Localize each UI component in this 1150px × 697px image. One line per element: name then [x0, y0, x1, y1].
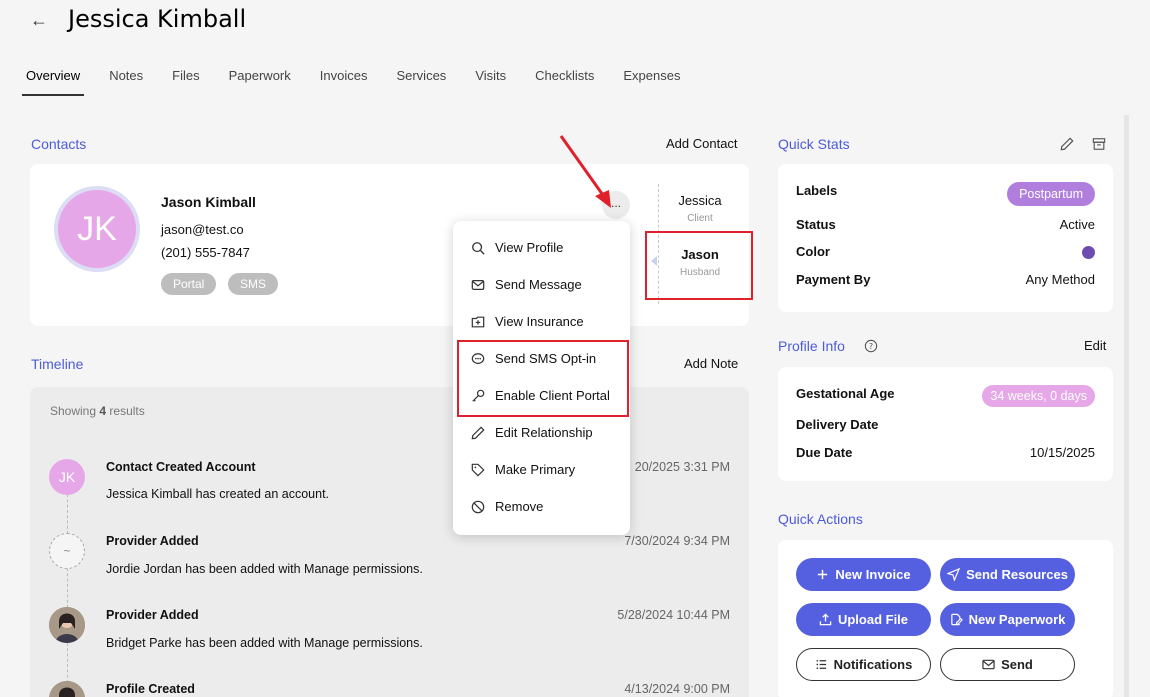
- payment-label: Payment By: [796, 272, 871, 287]
- event-title: Contact Created Account: [106, 460, 256, 474]
- annotation-arrow-icon: [559, 135, 611, 208]
- svg-text:?: ?: [869, 342, 873, 351]
- profile-info-title: Profile Info: [778, 338, 845, 354]
- gestational-age-badge: 34 weeks, 0 days: [982, 385, 1095, 407]
- due-date-value: 10/15/2025: [1029, 445, 1095, 460]
- event-date: 7/30/2024 9:34 PM: [624, 534, 730, 548]
- help-icon[interactable]: ?: [864, 339, 878, 353]
- relation-name: Jessica: [678, 193, 722, 208]
- event-avatar: ~: [49, 533, 85, 569]
- upload-file-button[interactable]: Upload File: [796, 603, 931, 636]
- send-button[interactable]: Send: [940, 648, 1075, 681]
- results-count: Showing 4 results: [50, 404, 145, 418]
- sms-tag: SMS: [228, 273, 279, 295]
- menu-edit-relationship[interactable]: Edit Relationship: [471, 425, 593, 440]
- search-icon: [472, 241, 485, 255]
- pencil-icon: [471, 425, 485, 439]
- tab-visits[interactable]: Visits: [471, 68, 510, 96]
- edit-profile-button[interactable]: Edit: [1084, 338, 1106, 353]
- quick-stats-card: Labels Postpartum Status Active Color Pa…: [778, 164, 1113, 312]
- timeline-connector: [67, 494, 68, 534]
- label-badge: Postpartum: [1007, 182, 1095, 206]
- send-icon: [947, 568, 961, 581]
- tab-paperwork[interactable]: Paperwork: [225, 68, 295, 96]
- event-title: Provider Added: [106, 534, 199, 548]
- event-desc: Bridget Parke has been added with Manage…: [106, 636, 423, 650]
- payment-value: Any Method: [1025, 272, 1095, 287]
- quick-actions-title: Quick Actions: [778, 511, 863, 527]
- portal-tag: Portal: [161, 273, 217, 295]
- event-title: Profile Created: [106, 682, 195, 696]
- event-avatar: JK: [49, 459, 85, 495]
- tab-expenses[interactable]: Expenses: [619, 68, 684, 96]
- tab-bar: Overview Notes Files Paperwork Invoices …: [22, 68, 705, 96]
- send-resources-button[interactable]: Send Resources: [940, 558, 1075, 591]
- contact-email: jason@test.co: [161, 222, 244, 237]
- event-date: 5/28/2024 10:44 PM: [617, 608, 730, 622]
- document-edit-icon: [950, 613, 963, 626]
- event-date: 4/13/2024 9:00 PM: [624, 682, 730, 696]
- quick-stats-title: Quick Stats: [778, 136, 850, 152]
- tab-overview[interactable]: Overview: [22, 68, 85, 96]
- new-paperwork-button[interactable]: New Paperwork: [940, 603, 1075, 636]
- archive-icon[interactable]: [1092, 137, 1106, 151]
- mail-icon: [982, 659, 995, 670]
- tab-services[interactable]: Services: [392, 68, 450, 96]
- upload-icon: [819, 613, 832, 626]
- tab-invoices[interactable]: Invoices: [316, 68, 372, 96]
- mail-icon: [471, 279, 485, 290]
- color-label: Color: [796, 244, 830, 259]
- delivery-date-label: Delivery Date: [796, 417, 879, 432]
- menu-view-insurance[interactable]: View Insurance: [471, 314, 584, 329]
- gestational-age-label: Gestational Age: [796, 386, 895, 401]
- menu-remove[interactable]: Remove: [471, 499, 543, 514]
- status-value: Active: [1059, 217, 1095, 232]
- page-title: Jessica Kimball: [68, 5, 247, 33]
- back-arrow-icon[interactable]: ←: [30, 10, 48, 31]
- tab-files[interactable]: Files: [168, 68, 203, 96]
- list-icon: [816, 659, 826, 670]
- tag-icon: [471, 463, 485, 477]
- timeline-title: Timeline: [31, 356, 84, 372]
- add-contact-button[interactable]: Add Contact: [666, 136, 738, 151]
- contact-avatar: JK: [54, 186, 140, 272]
- contact-card: JK Jason Kimball jason@test.co (201) 555…: [30, 164, 749, 326]
- contact-name: Jason Kimball: [161, 194, 256, 210]
- tab-notes[interactable]: Notes: [105, 68, 147, 96]
- menu-view-profile[interactable]: View Profile: [471, 240, 563, 255]
- pencil-icon[interactable]: [1060, 137, 1074, 151]
- timeline-connector: [67, 643, 68, 683]
- event-desc: Jessica Kimball has created an account.: [106, 487, 330, 501]
- labels-label: Labels: [796, 183, 838, 198]
- timeline-connector: [67, 568, 68, 608]
- color-swatch: [1082, 246, 1095, 259]
- contact-phone: (201) 555-7847: [161, 245, 250, 260]
- event-title: Provider Added: [106, 608, 199, 622]
- new-invoice-button[interactable]: New Invoice: [796, 558, 931, 591]
- ban-icon: [471, 500, 485, 513]
- insurance-icon: [471, 316, 485, 327]
- plus-icon: [818, 569, 828, 580]
- highlight-menu-box: [457, 340, 629, 417]
- highlight-relation-box: [645, 231, 753, 300]
- page-scrollbar[interactable]: [1124, 115, 1129, 697]
- contacts-title: Contacts: [31, 136, 87, 152]
- provider-photo: [49, 607, 85, 643]
- menu-make-primary[interactable]: Make Primary: [471, 462, 575, 477]
- profile-info-card: Gestational Age 34 weeks, 0 days Deliver…: [778, 367, 1113, 481]
- tab-checklists[interactable]: Checklists: [531, 68, 598, 96]
- menu-send-message[interactable]: Send Message: [471, 277, 582, 292]
- add-note-button[interactable]: Add Note: [684, 356, 738, 371]
- status-label: Status: [796, 217, 836, 232]
- event-date: 20/2025 3:31 PM: [634, 460, 730, 474]
- event-desc: Jordie Jordan has been added with Manage…: [106, 562, 423, 576]
- due-date-label: Due Date: [796, 445, 853, 460]
- relation-jessica[interactable]: Jessica Client: [650, 193, 750, 224]
- relation-role: Client: [687, 213, 713, 224]
- notifications-button[interactable]: Notifications: [796, 648, 931, 681]
